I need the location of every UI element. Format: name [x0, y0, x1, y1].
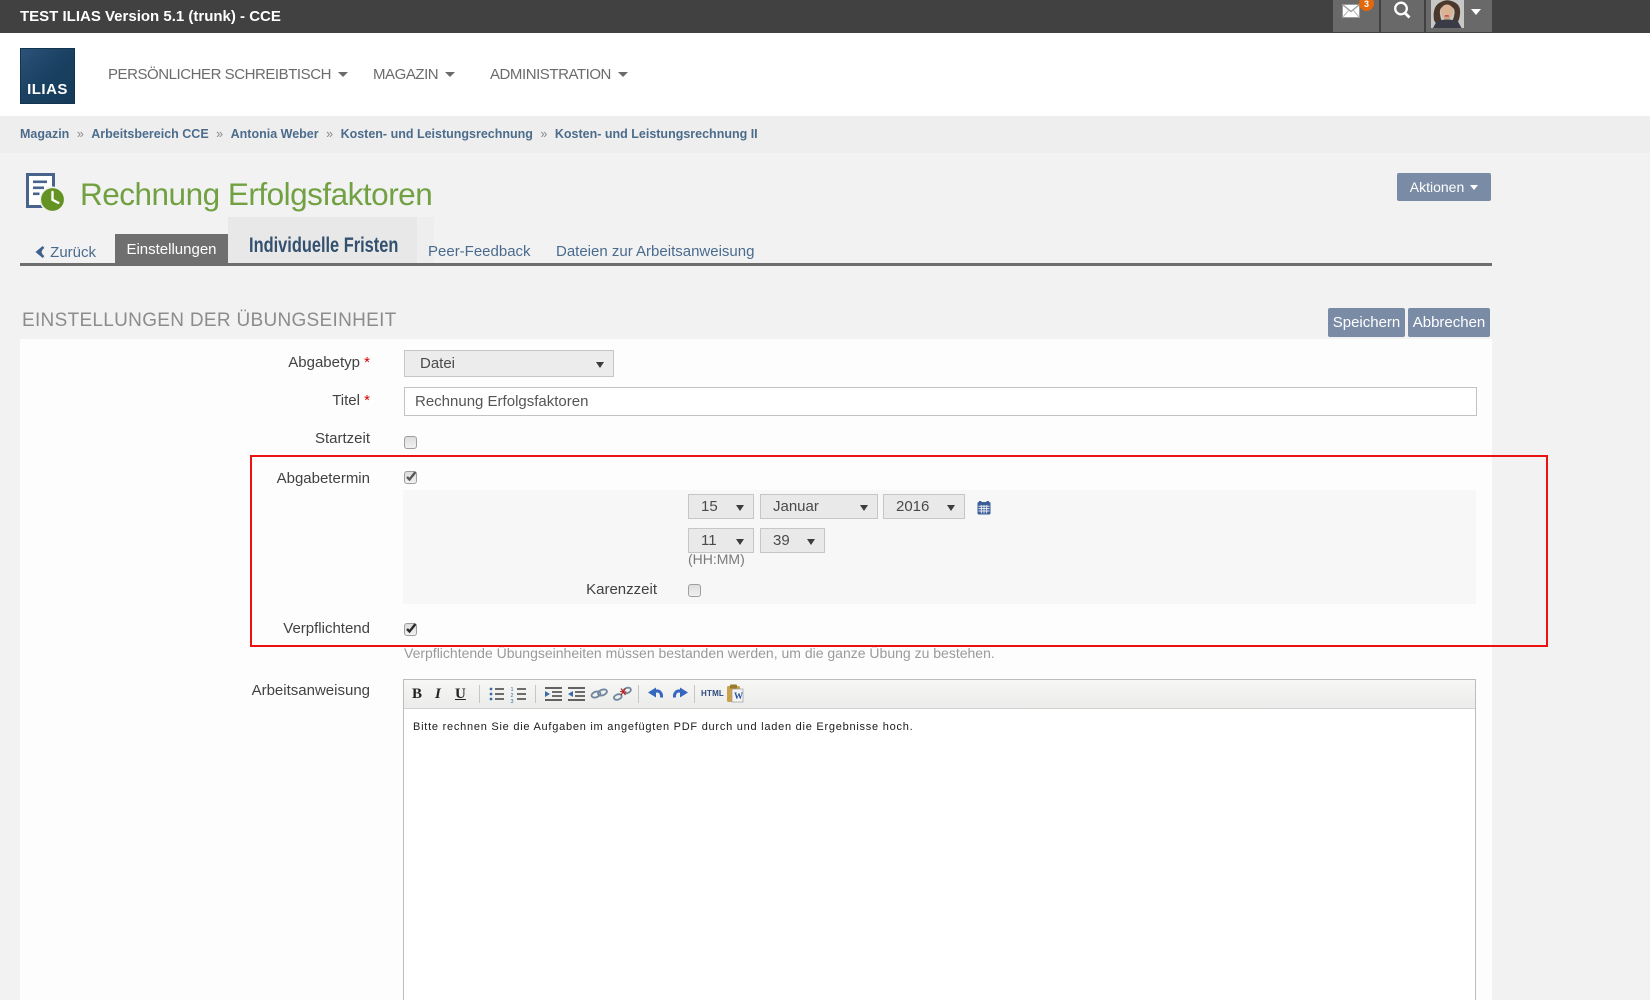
- svg-text:W: W: [734, 691, 743, 701]
- svg-text:3: 3: [511, 699, 514, 704]
